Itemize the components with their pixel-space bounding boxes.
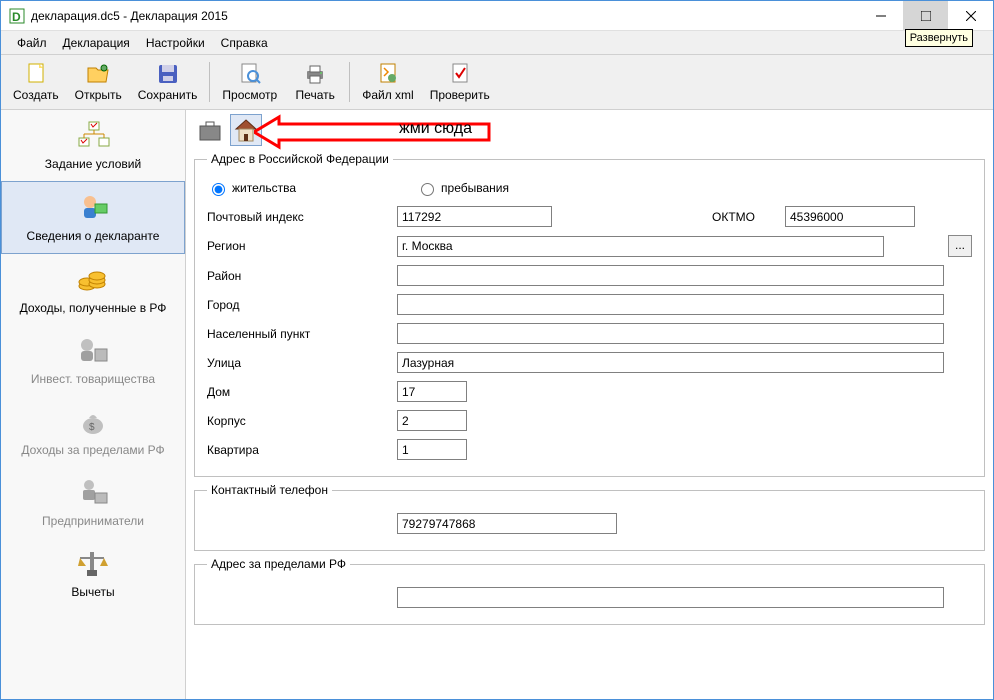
postal-input[interactable] [397, 206, 552, 227]
tab-row: жми сюда [194, 114, 985, 146]
house-label: Дом [207, 385, 397, 399]
svg-text:$: $ [89, 422, 95, 433]
foreign-address-input[interactable] [397, 587, 944, 608]
house-input[interactable] [397, 381, 467, 402]
sidebar-item-income-rf[interactable]: Доходы, полученные в РФ [1, 254, 185, 325]
district-input[interactable] [397, 265, 944, 286]
phone-legend: Контактный телефон [207, 483, 332, 497]
main-panel: жми сюда Адрес в Российской Федерации жи… [186, 110, 993, 699]
window-title: декларация.dc5 - Декларация 2015 [31, 9, 858, 23]
radio-stay[interactable]: пребывания [416, 180, 509, 196]
check-icon [448, 62, 472, 86]
app-icon: D [9, 8, 25, 24]
flat-label: Квартира [207, 443, 397, 457]
address-foreign-fieldset: Адрес за пределами РФ [194, 557, 985, 625]
region-label: Регион [207, 239, 397, 253]
toolbar: Создать Открыть Сохранить Просмотр Печат… [1, 55, 993, 110]
sidebar-item-entrepreneurs[interactable]: Предприниматели [1, 467, 185, 538]
close-button[interactable] [948, 1, 993, 30]
svg-text:D: D [12, 10, 21, 24]
street-input[interactable] [397, 352, 944, 373]
radio-residence-input[interactable] [212, 183, 225, 196]
briefcase-icon [196, 116, 224, 144]
building-input[interactable] [397, 410, 467, 431]
maximize-button[interactable] [903, 1, 948, 30]
street-label: Улица [207, 356, 397, 370]
sidebar-item-income-foreign[interactable]: $ Доходы за пределами РФ [1, 396, 185, 467]
region-picker-button[interactable]: ... [948, 235, 972, 257]
menu-settings[interactable]: Настройки [138, 33, 213, 53]
building-label: Корпус [207, 414, 397, 428]
print-button[interactable]: Печать [285, 59, 345, 105]
coins-icon [75, 264, 111, 297]
annotation-text: жми сюда [399, 120, 472, 138]
menu-bar: Файл Декларация Настройки Справка [1, 31, 993, 55]
printer-icon [303, 62, 327, 86]
tab-personal[interactable] [194, 114, 226, 146]
save-button[interactable]: Сохранить [130, 59, 206, 105]
address-rf-fieldset: Адрес в Российской Федерации жительства … [194, 152, 985, 477]
radio-residence[interactable]: жительства [207, 180, 296, 196]
sidebar: Задание условий Сведения о декларанте До… [1, 110, 186, 699]
postal-label: Почтовый индекс [207, 210, 397, 224]
maximize-tooltip: Развернуть [905, 29, 973, 47]
tree-icon [75, 120, 111, 153]
phone-input[interactable] [397, 513, 617, 534]
briefcase-person-icon [75, 477, 111, 510]
locality-label: Населенный пункт [207, 327, 397, 341]
annotation-arrow: жми сюда [254, 114, 494, 150]
tab-address[interactable] [230, 114, 262, 146]
flat-input[interactable] [397, 439, 467, 460]
person-icon [75, 192, 111, 225]
xml-button[interactable]: Файл xml [354, 59, 422, 105]
sidebar-item-declarant[interactable]: Сведения о декларанте [1, 181, 185, 254]
preview-button[interactable]: Просмотр [214, 59, 285, 105]
menu-help[interactable]: Справка [213, 33, 276, 53]
preview-icon [238, 62, 262, 86]
save-icon [156, 62, 180, 86]
file-xml-icon [376, 62, 400, 86]
toolbar-separator [349, 62, 350, 102]
body: Задание условий Сведения о декларанте До… [1, 110, 993, 699]
menu-declaration[interactable]: Декларация [55, 33, 138, 53]
invest-icon [75, 335, 111, 368]
house-icon [232, 116, 260, 144]
region-input[interactable] [397, 236, 884, 257]
phone-fieldset: Контактный телефон [194, 483, 985, 551]
scale-icon [75, 548, 111, 581]
address-rf-legend: Адрес в Российской Федерации [207, 152, 393, 166]
locality-input[interactable] [397, 323, 944, 344]
radio-stay-input[interactable] [421, 183, 434, 196]
app-window: D декларация.dc5 - Декларация 2015 Разве… [0, 0, 994, 700]
title-bar: D декларация.dc5 - Декларация 2015 [1, 1, 993, 31]
oktmo-input[interactable] [785, 206, 915, 227]
menu-file[interactable]: Файл [9, 33, 55, 53]
check-button[interactable]: Проверить [422, 59, 498, 105]
create-button[interactable]: Создать [5, 59, 67, 105]
sidebar-item-conditions[interactable]: Задание условий [1, 110, 185, 181]
address-foreign-legend: Адрес за пределами РФ [207, 557, 350, 571]
window-controls [858, 1, 993, 30]
open-button[interactable]: Открыть [67, 59, 130, 105]
money-bag-icon: $ [75, 406, 111, 439]
minimize-button[interactable] [858, 1, 903, 30]
city-label: Город [207, 298, 397, 312]
file-new-icon [24, 62, 48, 86]
toolbar-separator [209, 62, 210, 102]
district-label: Район [207, 269, 397, 283]
sidebar-item-deductions[interactable]: Вычеты [1, 538, 185, 609]
city-input[interactable] [397, 294, 944, 315]
oktmo-label: ОКТМО [712, 210, 755, 224]
folder-open-icon [86, 62, 110, 86]
sidebar-item-invest[interactable]: Инвест. товарищества [1, 325, 185, 396]
